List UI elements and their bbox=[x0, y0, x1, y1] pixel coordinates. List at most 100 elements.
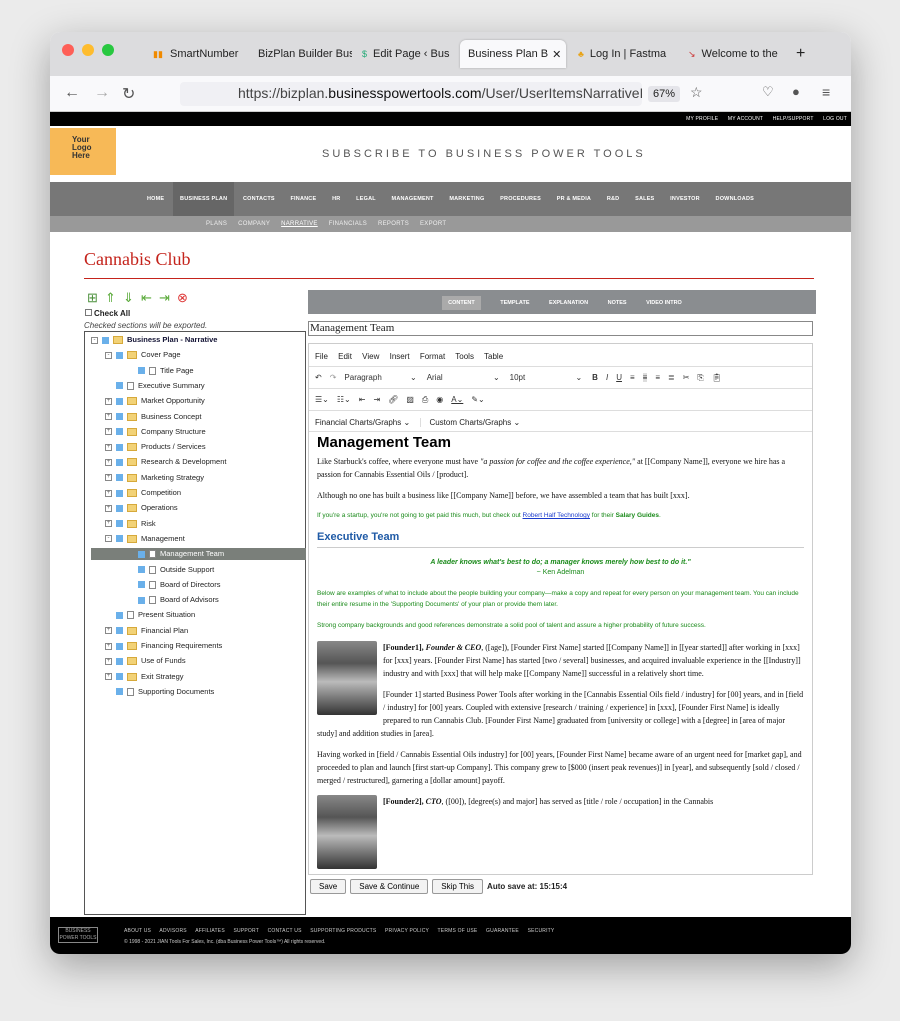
tab-notes[interactable]: NOTES bbox=[608, 300, 627, 306]
expand-toggle-icon[interactable]: + bbox=[105, 673, 112, 681]
reload-icon[interactable]: ↻ bbox=[122, 84, 135, 104]
minimize-window-button[interactable] bbox=[82, 44, 94, 56]
footer-link[interactable]: ADVISORS bbox=[159, 928, 186, 934]
nav-home[interactable]: HOME bbox=[140, 182, 171, 216]
browser-tab[interactable]: ▮▮ SmartNumber bbox=[144, 40, 248, 68]
tree-node[interactable]: Executive Summary bbox=[105, 380, 205, 392]
expand-toggle-icon[interactable]: + bbox=[105, 428, 112, 436]
tab-content[interactable]: CONTENT bbox=[442, 296, 481, 310]
menu-table[interactable]: Table bbox=[484, 352, 503, 361]
copy-icon[interactable]: ⎘ bbox=[697, 373, 703, 383]
pocket-icon[interactable]: ♡ bbox=[762, 84, 774, 100]
export-checkbox[interactable] bbox=[116, 428, 123, 436]
export-checkbox[interactable] bbox=[116, 351, 123, 359]
export-checkbox[interactable] bbox=[116, 642, 123, 650]
indent-icon[interactable]: ⇥ bbox=[373, 395, 380, 404]
nav-rd[interactable]: R&D bbox=[600, 182, 627, 216]
paste-icon[interactable]: 📋︎ bbox=[712, 373, 722, 382]
preview-icon[interactable]: ◉ bbox=[436, 395, 443, 404]
footer-link[interactable]: GUARANTEE bbox=[486, 928, 519, 934]
tree-node[interactable]: + Exit Strategy bbox=[105, 671, 184, 683]
close-tab-icon[interactable]: ✕ bbox=[552, 48, 561, 61]
expand-toggle-icon[interactable]: + bbox=[105, 458, 112, 466]
footer-link[interactable]: SUPPORTING PRODUCTS bbox=[310, 928, 376, 934]
menu-file[interactable]: File bbox=[315, 352, 328, 361]
expand-toggle-icon[interactable]: + bbox=[105, 504, 112, 512]
nav-downloads[interactable]: DOWNLOADS bbox=[709, 182, 761, 216]
custom-charts-menu[interactable]: Custom Charts/Graphs ⌄ bbox=[420, 418, 521, 427]
footer-link[interactable]: PRIVACY POLICY bbox=[385, 928, 429, 934]
tree-node[interactable]: Title Page bbox=[127, 365, 194, 377]
expand-toggle-icon[interactable]: + bbox=[105, 657, 112, 665]
export-checkbox[interactable] bbox=[138, 581, 145, 589]
tree-node[interactable]: + Marketing Strategy bbox=[105, 472, 204, 484]
save-button[interactable]: Save bbox=[310, 879, 347, 894]
align-left-icon[interactable]: ≡ bbox=[630, 373, 635, 382]
bold-icon[interactable]: B bbox=[592, 373, 598, 382]
browser-tab-active[interactable]: Business Plan B ✕ bbox=[460, 40, 566, 68]
expand-toggle-icon[interactable]: + bbox=[105, 489, 112, 497]
expand-toggle-icon[interactable]: - bbox=[105, 535, 112, 543]
menu-view[interactable]: View bbox=[362, 352, 379, 361]
font-size-select[interactable]: 10pt ⌄ bbox=[510, 373, 583, 382]
link-icon[interactable]: 🔗︎ bbox=[388, 395, 398, 404]
export-checkbox[interactable] bbox=[116, 535, 123, 543]
nav-pr-media[interactable]: PR & MEDIA bbox=[550, 182, 598, 216]
export-checkbox[interactable] bbox=[116, 443, 123, 451]
export-checkbox[interactable] bbox=[116, 657, 123, 665]
subnav-financials[interactable]: FINANCIALS bbox=[329, 221, 367, 227]
nav-investor[interactable]: INVESTOR bbox=[663, 182, 707, 216]
expand-toggle-icon[interactable]: + bbox=[105, 642, 112, 650]
menu-format[interactable]: Format bbox=[420, 352, 445, 361]
subnav-plans[interactable]: PLANS bbox=[206, 221, 227, 227]
menu-tools[interactable]: Tools bbox=[455, 352, 474, 361]
subscribe-tagline[interactable]: SUBSCRIBE TO BUSINESS POWER TOOLS bbox=[322, 148, 646, 160]
move-up-icon[interactable]: ⇑ bbox=[105, 290, 119, 306]
footer-link[interactable]: SECURITY bbox=[528, 928, 555, 934]
tree-node[interactable]: + Company Structure bbox=[105, 426, 206, 438]
export-checkbox[interactable] bbox=[138, 550, 145, 558]
bookmark-star-icon[interactable]: ☆ bbox=[690, 84, 703, 101]
bullet-list-icon[interactable]: ☰⌄ bbox=[315, 395, 329, 404]
add-section-icon[interactable]: ⊞ bbox=[87, 290, 101, 306]
export-checkbox[interactable] bbox=[138, 367, 145, 375]
move-down-icon[interactable]: ⇓ bbox=[123, 290, 137, 306]
tree-node[interactable]: + Use of Funds bbox=[105, 655, 186, 667]
footer-link[interactable]: SUPPORT bbox=[233, 928, 258, 934]
indent-icon[interactable]: ⇥ bbox=[159, 290, 173, 306]
highlight-icon[interactable]: ✎⌄ bbox=[471, 395, 484, 404]
browser-tab[interactable]: $ Edit Page ‹ Bus bbox=[354, 40, 456, 68]
block-format-select[interactable]: Paragraph ⌄ bbox=[344, 373, 416, 382]
tree-node[interactable]: + Business Concept bbox=[105, 411, 201, 423]
tab-template[interactable]: TEMPLATE bbox=[500, 300, 529, 306]
browser-tab[interactable]: ↘ Welcome to the bbox=[680, 40, 784, 68]
section-title-input[interactable]: Management Team bbox=[308, 321, 813, 336]
financial-charts-menu[interactable]: Financial Charts/Graphs ⌄ bbox=[315, 418, 410, 427]
export-checkbox[interactable] bbox=[116, 458, 123, 466]
nav-hr[interactable]: HR bbox=[325, 182, 347, 216]
export-checkbox[interactable] bbox=[102, 336, 109, 344]
help-support-link[interactable]: HELP/SUPPORT bbox=[773, 116, 814, 122]
tree-node[interactable]: + Financial Plan bbox=[105, 625, 188, 637]
skip-button[interactable]: Skip This bbox=[432, 879, 484, 894]
profile-avatar-icon[interactable]: ● bbox=[792, 84, 800, 99]
log-out-link[interactable]: LOG OUT bbox=[823, 116, 847, 122]
subnav-export[interactable]: EXPORT bbox=[420, 221, 446, 227]
my-account-link[interactable]: MY ACCOUNT bbox=[728, 116, 763, 122]
menu-icon[interactable]: ≡ bbox=[822, 84, 830, 100]
text-color-icon[interactable]: A⌄ bbox=[451, 395, 463, 404]
tree-node[interactable]: - Business Plan - Narrative bbox=[91, 334, 217, 346]
tree-node[interactable]: + Market Opportunity bbox=[105, 395, 205, 407]
export-checkbox[interactable] bbox=[116, 688, 123, 696]
footer-logo[interactable]: BUSINESS POWER TOOLS bbox=[58, 927, 98, 943]
browser-tab[interactable]: ♣ Log In | Fastma bbox=[570, 40, 674, 68]
export-checkbox[interactable] bbox=[116, 520, 123, 528]
justify-icon[interactable]: ≣ bbox=[668, 373, 675, 382]
underline-icon[interactable]: U bbox=[616, 373, 622, 382]
subnav-reports[interactable]: REPORTS bbox=[378, 221, 409, 227]
footer-link[interactable]: TERMS OF USE bbox=[438, 928, 478, 934]
menu-edit[interactable]: Edit bbox=[338, 352, 352, 361]
image-icon[interactable]: ▨ bbox=[406, 395, 414, 404]
print-icon[interactable]: ⎙ bbox=[422, 395, 428, 405]
tree-node[interactable]: Present Situation bbox=[105, 609, 195, 621]
